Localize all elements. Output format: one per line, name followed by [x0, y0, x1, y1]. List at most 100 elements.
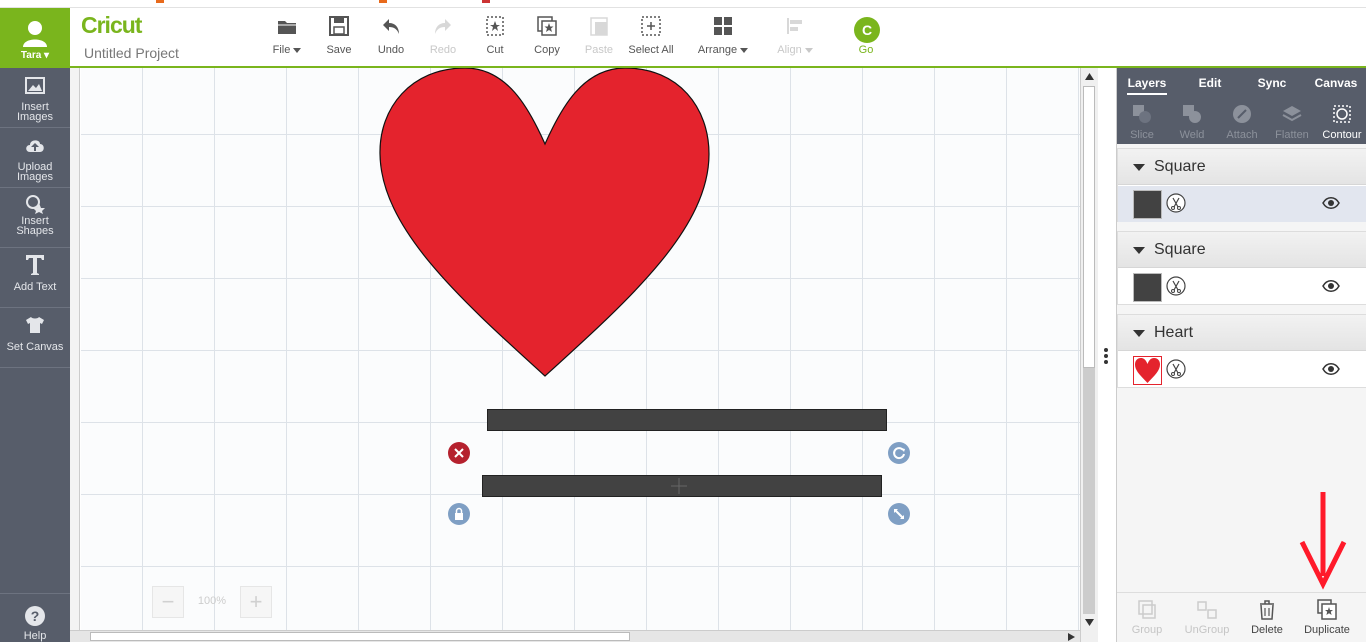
- layer-group-square-2[interactable]: Square: [1117, 231, 1366, 305]
- tab-edit[interactable]: Edit: [1192, 68, 1228, 98]
- paste-button[interactable]: Paste: [571, 14, 627, 64]
- delete-button[interactable]: Delete: [1237, 597, 1297, 641]
- annotation-arrow-icon: [1299, 492, 1347, 590]
- flatten-icon: [1282, 106, 1302, 122]
- eye-icon[interactable]: [1322, 362, 1340, 376]
- layer-group-heart[interactable]: Heart: [1117, 314, 1366, 388]
- resize-handle[interactable]: [888, 503, 910, 525]
- upload-icon: [26, 140, 44, 152]
- sidebar-label: Set Canvas: [6, 341, 64, 353]
- copy-label: Copy: [534, 44, 560, 56]
- layer-thumbnail: [1133, 356, 1162, 385]
- heart-shape[interactable]: [379, 68, 711, 380]
- zoom-level: 100%: [197, 595, 227, 607]
- align-icon: [787, 18, 802, 34]
- save-button[interactable]: Save: [311, 14, 367, 64]
- collapse-triangle-icon[interactable]: [1133, 164, 1145, 171]
- duplicate-button[interactable]: Duplicate: [1297, 597, 1357, 641]
- undo-button[interactable]: Undo: [363, 14, 419, 64]
- copy-icon: [537, 16, 557, 36]
- project-title: Untitled Project: [84, 45, 179, 61]
- panel-resize-handle[interactable]: [1098, 68, 1116, 642]
- layer-row[interactable]: [1118, 352, 1366, 388]
- delete-handle[interactable]: [448, 442, 470, 464]
- layer-name: Heart: [1154, 324, 1194, 341]
- arrange-icon: [714, 17, 732, 35]
- tab-layers[interactable]: Layers: [1127, 68, 1167, 98]
- tab-canvas[interactable]: Canvas: [1313, 68, 1359, 98]
- layer-name: Square: [1154, 158, 1206, 175]
- flatten-button[interactable]: Flatten: [1267, 98, 1317, 144]
- go-label: Go: [858, 44, 874, 56]
- align-label: Align: [777, 44, 802, 56]
- scissors-icon[interactable]: [1166, 193, 1186, 213]
- attach-button[interactable]: Attach: [1217, 98, 1267, 144]
- layer-group-header[interactable]: Square: [1118, 232, 1366, 268]
- square-layer-shape-upper[interactable]: [487, 409, 887, 431]
- slice-button[interactable]: Slice: [1117, 98, 1167, 144]
- left-sidebar: Tara ▾ Insert Images Upload Images Inser…: [0, 8, 70, 642]
- layer-thumbnail: [1133, 190, 1162, 219]
- panel-tabs: Layers Edit Sync Canvas: [1117, 68, 1366, 98]
- weld-button[interactable]: Weld: [1167, 98, 1217, 144]
- layer-name: Square: [1154, 241, 1206, 258]
- tab-sync[interactable]: Sync: [1252, 68, 1292, 98]
- scissors-icon[interactable]: [1166, 276, 1186, 296]
- zoom-out-button[interactable]: −: [152, 586, 184, 618]
- layer-group-header[interactable]: Heart: [1118, 315, 1366, 351]
- horizontal-scrollbar[interactable]: [70, 630, 1080, 642]
- trash-icon: [1260, 600, 1274, 620]
- sidebar-item-insert-shapes[interactable]: Insert Shapes: [0, 188, 70, 248]
- weld-icon: [1183, 105, 1201, 123]
- square-layer-shape-selected[interactable]: [482, 475, 882, 497]
- redo-icon: [435, 19, 451, 34]
- rotate-handle[interactable]: [888, 442, 910, 464]
- sidebar-item-set-canvas[interactable]: Set Canvas: [0, 308, 70, 368]
- layer-row[interactable]: [1118, 186, 1366, 222]
- vertical-scrollbar[interactable]: [1080, 68, 1098, 642]
- select-all-button[interactable]: Select All: [623, 14, 679, 64]
- user-menu[interactable]: Tara ▾: [0, 8, 70, 68]
- lock-icon: [455, 507, 463, 520]
- attach-icon: [1233, 105, 1251, 123]
- select-all-label: Select All: [628, 44, 674, 56]
- text-icon: [26, 255, 44, 275]
- arrange-menu-button[interactable]: Arrange: [695, 14, 751, 64]
- browser-top-strip: [0, 0, 1366, 8]
- horizontal-scroll-thumb[interactable]: [90, 632, 630, 641]
- drag-dots-icon: [1104, 348, 1109, 366]
- cut-button[interactable]: Cut: [467, 14, 523, 64]
- contour-button[interactable]: Contour: [1317, 98, 1366, 144]
- zoom-in-button[interactable]: +: [240, 586, 272, 618]
- redo-button[interactable]: Redo: [415, 14, 471, 64]
- collapse-triangle-icon[interactable]: [1133, 330, 1145, 337]
- zoom-control: − 100% +: [152, 586, 272, 620]
- eye-icon[interactable]: [1322, 279, 1340, 293]
- group-button[interactable]: Group: [1117, 597, 1177, 641]
- layer-group-header[interactable]: Square: [1118, 149, 1366, 185]
- sidebar-item-add-text[interactable]: Add Text: [0, 248, 70, 308]
- eye-icon[interactable]: [1322, 196, 1340, 210]
- vertical-scroll-thumb[interactable]: [1083, 86, 1095, 368]
- layer-actions-bar: Group UnGroup Delete Duplicate: [1117, 592, 1366, 642]
- scroll-up-icon: [1085, 73, 1094, 80]
- ungroup-button[interactable]: UnGroup: [1177, 597, 1237, 641]
- sidebar-item-upload-images[interactable]: Upload Images: [0, 128, 70, 188]
- ungroup-icon: [1197, 601, 1217, 619]
- go-button[interactable]: C Go: [838, 14, 894, 64]
- scissors-icon[interactable]: [1166, 359, 1186, 379]
- help-button[interactable]: ? Help: [0, 593, 70, 642]
- design-canvas[interactable]: 2 3 4 5 6 7 8 − 100%: [70, 68, 1098, 642]
- file-menu-button[interactable]: File: [259, 14, 315, 64]
- sidebar-item-insert-images[interactable]: Insert Images: [0, 68, 70, 128]
- lock-handle[interactable]: [448, 503, 470, 525]
- layer-row[interactable]: [1118, 269, 1366, 305]
- align-menu-button[interactable]: Align: [767, 14, 823, 64]
- paste-label: Paste: [584, 44, 614, 56]
- vertical-ruler: [70, 68, 80, 642]
- collapse-triangle-icon[interactable]: [1133, 247, 1145, 254]
- cricut-logo: Cricut: [81, 12, 142, 38]
- layer-tools: Slice Weld Attach Flatten Contour: [1117, 98, 1366, 144]
- copy-button[interactable]: Copy: [519, 14, 575, 64]
- layer-group-square-1[interactable]: Square: [1117, 148, 1366, 222]
